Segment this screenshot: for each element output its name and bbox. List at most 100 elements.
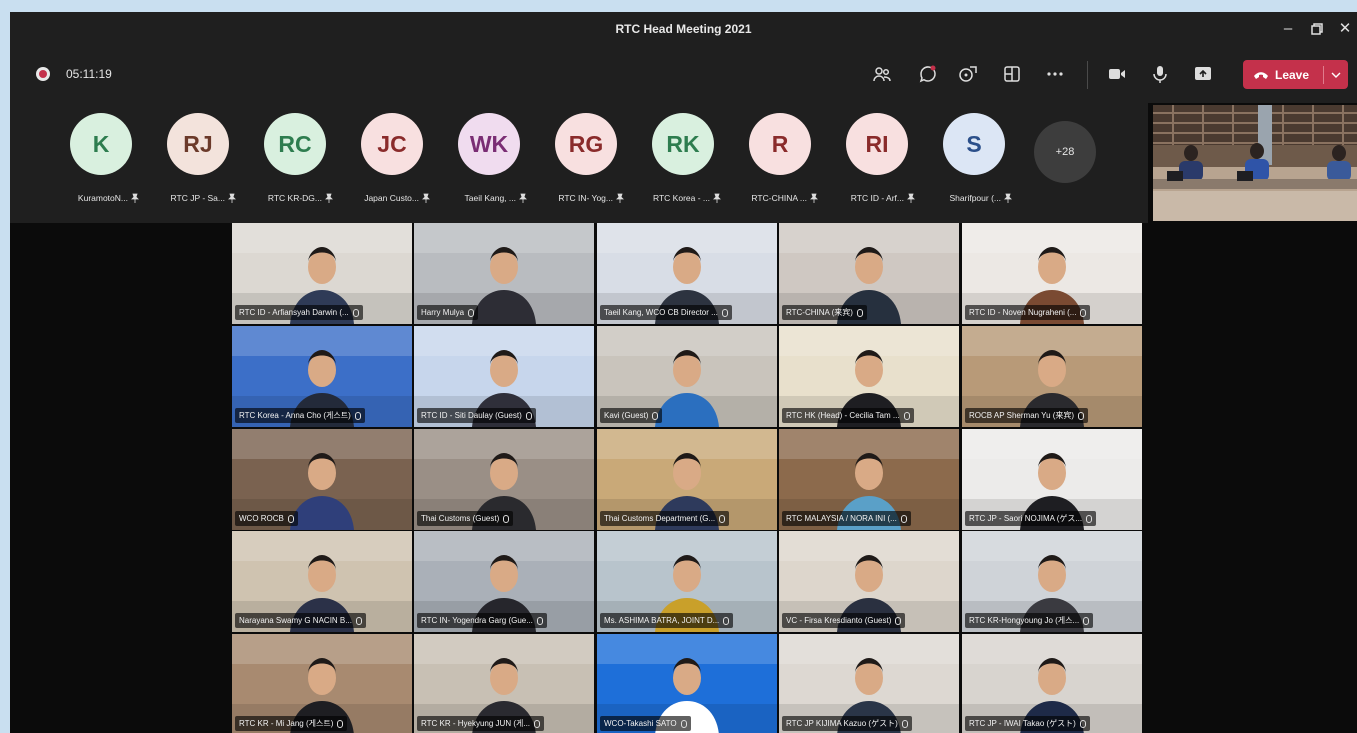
teams-meeting-window: RTC Head Meeting 2021 – ✕ 05:11:19 Leave… [10,12,1357,733]
video-tile[interactable]: RTC KR-Hongyoung Jo (게스... [962,531,1142,632]
video-tile[interactable]: Ms. ASHIMA BATRA, JOINT D... [597,531,777,632]
video-name-label: RTC JP - Saori NOJIMA (ゲス... [965,511,1097,526]
pin-icon[interactable] [421,193,431,203]
minimize-icon[interactable]: – [1277,18,1299,40]
mic-icon [352,308,359,317]
mic-icon [468,308,475,317]
window-title: RTC Head Meeting 2021 [615,22,752,36]
video-tile[interactable]: RTC MALAYSIA / NORA INI (... [779,429,959,530]
video-tile[interactable]: RTC-CHINA (来宾) [779,223,959,324]
chat-icon[interactable] [914,61,942,87]
pin-icon[interactable] [809,193,819,203]
close-icon[interactable]: ✕ [1334,18,1356,40]
video-name-label: ROCB AP Sherman Yu (来宾) [965,408,1089,423]
chevron-down-icon[interactable] [1324,60,1348,89]
participant-name: RTC Korea - ... [653,193,710,203]
video-participant-name: Taeil Kang, WCO CB Director ... [604,308,718,317]
room-camera-video[interactable] [1153,105,1357,221]
more-icon[interactable] [1041,61,1069,87]
video-tile[interactable]: RTC IN- Yogendra Garg (Gue... [414,531,594,632]
video-tile[interactable]: Harry Mulya [414,223,594,324]
video-participant-name: RTC IN- Yogendra Garg (Gue... [421,616,533,625]
video-tile[interactable]: RTC KR - Mi Jang (게스트) [232,634,412,733]
participant-tile[interactable]: JC Japan Custo... [343,113,440,217]
video-tile[interactable]: RTC ID - Arfiansyah Darwin (... [232,223,412,324]
participant-tile[interactable]: WK Taeil Kang, ... [440,113,537,217]
recording-icon [36,67,50,81]
participant-name: Japan Custo... [364,193,419,203]
video-name-label: RTC ID - Noven Nugraheni (... [965,305,1091,320]
video-name-label: Ms. ASHIMA BATRA, JOINT D... [600,613,734,628]
video-participant-name: Thai Customs (Guest) [421,514,500,523]
participant-name: RTC ID - Arf... [850,193,904,203]
mic-icon [652,411,659,420]
pin-icon[interactable] [906,193,916,203]
reactions-icon[interactable] [954,61,982,87]
video-participant-name: VC - Firsa Kresdianto (Guest) [786,616,892,625]
video-tile[interactable]: RTC ID - Siti Daulay (Guest) [414,326,594,427]
participant-tile[interactable]: RC RTC KR-DG... [246,113,343,217]
pin-icon[interactable] [130,193,140,203]
video-tile[interactable]: ROCB AP Sherman Yu (来宾) [962,326,1142,427]
video-participant-name: WCO-Takashi SATO [604,719,677,728]
leave-main-button[interactable]: Leave [1243,60,1323,89]
video-tile[interactable]: RTC Korea - Anna Cho (게스트) [232,326,412,427]
participant-name: RTC KR-DG... [267,193,322,203]
pin-icon[interactable] [1003,193,1013,203]
participant-tile[interactable]: K KuramotoN... [52,113,149,217]
video-tile[interactable]: RTC JP - Saori NOJIMA (ゲス... [962,429,1142,530]
video-tile[interactable]: Narayana Swamy G NACIN B... [232,531,412,632]
participant-tile[interactable]: R RTC-CHINA ... [731,113,828,217]
video-name-label: RTC MALAYSIA / NORA INI (... [782,511,911,526]
video-tile[interactable]: Kavi (Guest) [597,326,777,427]
more-participants-button[interactable]: +28 [1034,121,1096,183]
video-participant-name: Kavi (Guest) [604,411,649,420]
toolbar-separator [1087,61,1088,89]
participant-tile[interactable]: RI RTC ID - Arf... [828,113,925,217]
video-tile[interactable]: RTC JP KIJIMA Kazuo (ゲスト) [779,634,959,733]
mic-icon [903,411,910,420]
video-participant-name: RTC JP - Saori NOJIMA (ゲス... [969,514,1083,523]
video-tile[interactable]: WCO ROCB [232,429,412,530]
video-participant-name: RTC-CHINA (来宾) [786,308,853,317]
video-participant-name: RTC Korea - Anna Cho (게스트) [239,411,351,420]
participant-tile[interactable]: S Sharifpour (... [925,113,1022,217]
pin-icon[interactable] [324,193,334,203]
meeting-toolbar: 05:11:19 Leave [10,47,1357,103]
video-name-label: WCO ROCB [235,511,298,526]
people-icon[interactable] [868,61,896,87]
pin-icon[interactable] [615,193,625,203]
pin-icon[interactable] [227,193,237,203]
share-tray-icon[interactable] [998,61,1026,87]
video-tile[interactable]: VC - Firsa Kresdianto (Guest) [779,531,959,632]
video-name-label: RTC Korea - Anna Cho (게스트) [235,408,365,423]
video-tile[interactable]: RTC HK (Head) - Cecilia Tam ... [779,326,959,427]
video-tile[interactable]: Thai Customs (Guest) [414,429,594,530]
title-bar: RTC Head Meeting 2021 – ✕ [10,12,1357,47]
video-tile[interactable]: RTC ID - Noven Nugraheni (... [962,223,1142,324]
mic-icon[interactable] [1146,61,1174,87]
video-participant-name: WCO ROCB [239,514,284,523]
mic-icon [900,514,907,523]
video-name-label: Thai Customs Department (G... [600,511,730,526]
mic-icon [337,719,344,728]
pin-icon[interactable] [712,193,722,203]
leave-button[interactable]: Leave [1243,60,1348,89]
avatar: RI [846,113,908,175]
video-tile[interactable]: RTC JP - IWAI Takao (ゲスト) [962,634,1142,733]
camera-icon[interactable] [1103,61,1131,87]
participant-tile[interactable]: RG RTC IN- Yog... [537,113,634,217]
participant-tile[interactable]: RK RTC Korea - ... [634,113,731,217]
participant-name: KuramotoN... [77,193,128,203]
video-name-label: RTC JP KIJIMA Kazuo (ゲスト) [782,716,912,731]
pin-icon[interactable] [518,193,528,203]
video-tile[interactable]: Taeil Kang, WCO CB Director ... [597,223,777,324]
share-screen-icon[interactable] [1189,61,1217,87]
participant-name: Sharifpour (... [949,193,1002,203]
restore-icon[interactable] [1306,18,1328,40]
video-tile[interactable]: RTC KR - Hyekyung JUN (게... [414,634,594,733]
video-tile[interactable]: WCO-Takashi SATO [597,634,777,733]
video-participant-name: Thai Customs Department (G... [604,514,716,523]
participant-tile[interactable]: RJ RTC JP - Sa... [149,113,246,217]
video-tile[interactable]: Thai Customs Department (G... [597,429,777,530]
